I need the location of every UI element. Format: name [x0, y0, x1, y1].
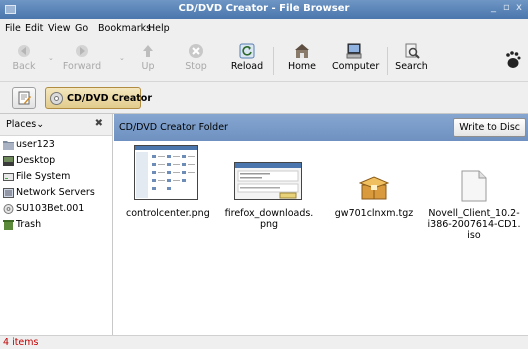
sidebar-type-selector[interactable]: Places⌄	[6, 119, 44, 130]
forward-arrow-icon	[76, 45, 88, 57]
file-name-line: controlcenter.png	[126, 208, 210, 219]
edit-icon	[18, 91, 31, 105]
menu-file[interactable]: File	[5, 23, 21, 34]
toggle-location-entry-button[interactable]	[12, 87, 36, 109]
sidebar: Places⌄ ✖ user123 Desktop File System Ne…	[0, 114, 113, 335]
computer-button[interactable]: Computer	[332, 43, 380, 72]
stop-button[interactable]: Stop	[183, 43, 209, 72]
window-title: CD/DVD Creator - File Browser	[178, 3, 350, 14]
file-view: CD/DVD Creator Folder Write to Disc cont…	[114, 114, 528, 335]
up-arrow-icon	[143, 45, 153, 57]
close-sidebar-button[interactable]: ✖	[95, 118, 103, 129]
file-name-line: gw701clnxm.tgz	[334, 208, 414, 219]
toolbar: Back ⌄ Forward ⌄ Up Stop Reload Home Com…	[0, 39, 528, 82]
file-name-line: Novell_Client_10.2-	[428, 208, 520, 219]
reload-icon	[239, 43, 255, 59]
toolbar-separator	[273, 47, 274, 75]
menu-bookmarks[interactable]: Bookmarks	[98, 23, 151, 34]
reload-label: Reload	[230, 61, 264, 72]
file-item-novell-client-iso[interactable]: Novell_Client_10.2- i386-2007614-CD1. is…	[426, 145, 522, 245]
search-button[interactable]: Search	[395, 43, 428, 72]
up-label: Up	[141, 61, 155, 72]
image-thumbnail-icon	[234, 162, 302, 200]
network-icon	[3, 188, 14, 198]
write-to-disc-button[interactable]: Write to Disc	[453, 118, 526, 137]
archive-icon	[359, 176, 389, 200]
stop-icon	[189, 44, 203, 58]
up-button[interactable]: Up	[138, 43, 158, 72]
file-name-line: firefox_downloads.	[224, 208, 314, 219]
file-name: firefox_downloads. png	[224, 208, 314, 230]
title-bar: CD/DVD Creator - File Browser _ ▫ x	[0, 0, 528, 19]
file-name: gw701clnxm.tgz	[329, 208, 419, 219]
close-button[interactable]: x	[516, 2, 522, 13]
status-bar: 4 items	[0, 335, 528, 349]
computer-icon	[346, 43, 362, 59]
reload-button[interactable]: Reload	[230, 43, 264, 72]
stop-label: Stop	[185, 61, 207, 72]
image-thumbnail-icon	[134, 145, 198, 200]
status-text: 4 items	[3, 337, 39, 348]
cd-icon	[3, 204, 14, 214]
menu-bar: File Edit View Go Bookmarks Help	[0, 19, 528, 39]
drive-icon	[3, 173, 14, 181]
menu-view[interactable]: View	[48, 23, 71, 34]
trash-icon	[3, 220, 14, 230]
computer-label: Computer	[332, 61, 380, 72]
sidebar-item-label: Trash	[16, 219, 42, 230]
menu-edit[interactable]: Edit	[25, 23, 43, 34]
search-icon	[405, 43, 420, 59]
file-item-firefox-downloads[interactable]: firefox_downloads. png	[224, 145, 314, 230]
maximize-button[interactable]: ▫	[503, 2, 510, 13]
folder-header: CD/DVD Creator Folder Write to Disc	[114, 114, 528, 141]
file-item-gw701clnxm[interactable]: gw701clnxm.tgz	[329, 145, 419, 227]
menu-go[interactable]: Go	[75, 23, 88, 34]
file-name-line: png	[259, 219, 279, 230]
disc-image-icon	[461, 170, 487, 202]
folder-icon	[3, 141, 14, 150]
forward-label: Forward	[62, 61, 102, 72]
sidebar-item-label: File System	[16, 171, 71, 182]
back-label: Back	[12, 61, 36, 72]
folder-title: CD/DVD Creator Folder	[119, 122, 228, 133]
minimize-button[interactable]: _	[491, 2, 496, 13]
location-bar: CD/DVD Creator	[0, 82, 528, 114]
sidebar-item-label: user123	[16, 139, 55, 150]
file-name-line: i386-2007614-CD1.	[427, 219, 521, 230]
forward-button[interactable]: Forward	[62, 43, 102, 72]
back-history-icon[interactable]: ⌄	[48, 54, 54, 62]
gnome-foot-icon	[506, 51, 521, 68]
back-button[interactable]: Back	[10, 43, 38, 72]
cd-icon	[50, 92, 63, 105]
desktop-icon	[3, 156, 14, 166]
sidebar-item-label: SU103Bet.001	[16, 203, 85, 214]
file-item-controlcenter[interactable]: controlcenter.png	[126, 145, 210, 227]
forward-history-icon[interactable]: ⌄	[119, 54, 125, 62]
sidebar-item-label: Network Servers	[16, 187, 95, 198]
toolbar-separator	[387, 47, 388, 75]
file-name: controlcenter.png	[126, 208, 210, 219]
search-label: Search	[395, 61, 428, 72]
sidebar-item-label: Desktop	[16, 155, 56, 166]
file-name-line: iso	[467, 230, 481, 241]
sidebar-header: Places⌄ ✖	[0, 114, 112, 136]
home-label: Home	[287, 61, 317, 72]
file-name: Novell_Client_10.2- i386-2007614-CD1. is…	[426, 208, 522, 241]
home-icon	[295, 44, 309, 58]
home-button[interactable]: Home	[287, 43, 317, 72]
sidebar-type-label: Places	[6, 119, 37, 130]
path-button-label: CD/DVD Creator	[67, 93, 153, 104]
back-arrow-icon	[18, 45, 30, 57]
menu-help[interactable]: Help	[148, 23, 170, 34]
path-button-cd-dvd-creator[interactable]: CD/DVD Creator	[45, 87, 152, 109]
chevron-down-icon: ⌄	[36, 119, 45, 130]
